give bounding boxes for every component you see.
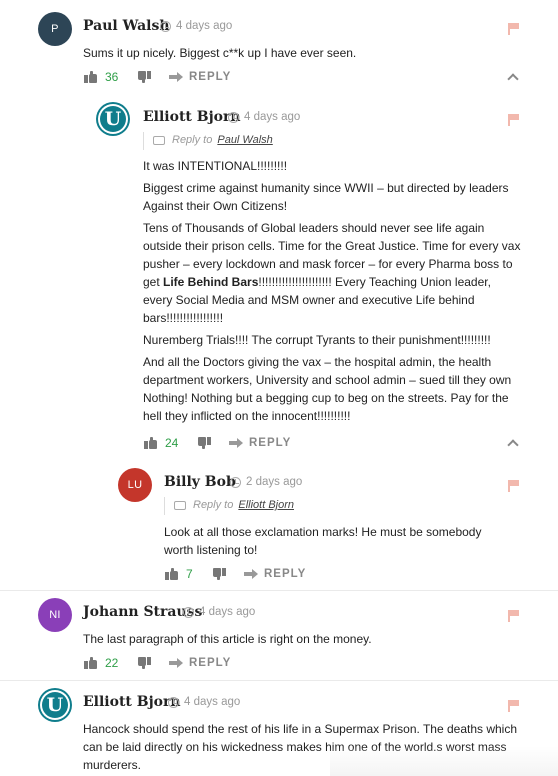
clock-icon <box>228 111 239 123</box>
flag-icon[interactable] <box>508 700 519 712</box>
vote-count: 7 <box>186 567 193 581</box>
reply-arrow-icon[interactable] <box>229 438 243 448</box>
comment-author[interactable]: Elliott Bjorn <box>83 694 181 710</box>
comment-body: Look at all those exclamation marks! He … <box>164 523 504 563</box>
reply-arrow-icon[interactable] <box>169 72 183 82</box>
comment-text: Sums it up nicely. Biggest c**k up I hav… <box>83 46 357 60</box>
comment-timestamp[interactable]: 4 days ago <box>228 111 300 123</box>
reply-to-author-link[interactable]: Paul Walsh <box>217 134 272 146</box>
reply-to-author-link[interactable]: Elliott Bjorn <box>238 499 294 511</box>
vote-count: 36 <box>105 70 119 84</box>
reply-to: Reply to Paul Walsh <box>153 134 273 146</box>
flag-icon[interactable] <box>508 610 519 622</box>
clock-icon <box>183 606 194 618</box>
speech-bubble-icon <box>153 135 165 145</box>
thread-separator <box>0 680 558 681</box>
comment-text: Look at all those exclamation marks! He … <box>164 525 482 557</box>
upvote-icon[interactable] <box>165 568 179 580</box>
upvote-icon[interactable] <box>84 71 98 83</box>
reply-indicator-line <box>164 497 165 515</box>
avatar[interactable]: NI <box>38 598 72 632</box>
flag-icon[interactable] <box>508 480 519 492</box>
bold-text: Life Behind Bars <box>163 275 259 289</box>
vote-count: 24 <box>165 436 179 450</box>
comment-timestamp[interactable]: 4 days ago <box>160 20 232 32</box>
downvote-icon[interactable] <box>212 568 226 580</box>
comment-paragraph: It was INTENTIONAL!!!!!!!!! <box>143 159 288 173</box>
reply-button[interactable]: REPLY <box>189 71 231 83</box>
comment-body: It was INTENTIONAL!!!!!!!!! Biggest crim… <box>143 157 521 429</box>
comment-timestamp[interactable]: 2 days ago <box>230 476 302 488</box>
vote-count: 22 <box>105 656 119 670</box>
comment-timestamp[interactable]: 4 days ago <box>168 696 240 708</box>
comment-actions: 22 REPLY <box>84 656 231 670</box>
avatar[interactable]: P <box>38 12 72 46</box>
thread-separator <box>0 590 558 591</box>
speech-bubble-icon <box>174 500 186 510</box>
downvote-icon[interactable] <box>137 71 151 83</box>
reply-button[interactable]: REPLY <box>189 657 231 669</box>
bottom-fade <box>330 746 558 776</box>
clock-icon <box>230 476 241 488</box>
clock-icon <box>160 20 171 32</box>
downvote-icon[interactable] <box>137 657 151 669</box>
comment-paragraph: Nuremberg Trials!!!! The corrupt Tyrants… <box>143 333 491 347</box>
comment-author[interactable]: Billy Bob <box>164 474 236 490</box>
clock-icon <box>168 696 179 708</box>
comment-author[interactable]: Paul Walsh <box>83 18 170 34</box>
comment-actions: 7 REPLY <box>165 567 306 581</box>
downvote-icon[interactable] <box>197 437 211 449</box>
comment-paragraph: And all the Doctors giving the vax – the… <box>143 355 512 423</box>
flag-icon[interactable] <box>508 114 519 126</box>
avatar[interactable]: LU <box>118 468 152 502</box>
comment-paragraph: Biggest crime against humanity since WWI… <box>143 181 509 213</box>
collapse-thread-icon[interactable] <box>507 439 519 451</box>
reply-button[interactable]: REPLY <box>249 437 291 449</box>
upvote-icon[interactable] <box>144 437 158 449</box>
avatar[interactable]: U <box>40 690 70 720</box>
comment-actions: 24 REPLY <box>144 436 291 450</box>
comment-paragraph: Tens of Thousands of Global leaders shou… <box>143 221 521 325</box>
collapse-thread-icon[interactable] <box>507 73 519 85</box>
upvote-icon[interactable] <box>84 657 98 669</box>
comment-text: The last paragraph of this article is ri… <box>83 632 372 646</box>
reply-to: Reply to Elliott Bjorn <box>174 499 294 511</box>
comment-actions: 36 REPLY <box>84 70 231 84</box>
comment-body: Sums it up nicely. Biggest c**k up I hav… <box>83 44 513 66</box>
reply-arrow-icon[interactable] <box>169 658 183 668</box>
avatar[interactable]: U <box>98 104 128 134</box>
comment-body: The last paragraph of this article is ri… <box>83 630 513 652</box>
reply-indicator-line <box>143 132 144 150</box>
flag-icon[interactable] <box>508 23 519 35</box>
reply-arrow-icon[interactable] <box>244 569 258 579</box>
comment-author[interactable]: Elliott Bjorn <box>143 109 241 125</box>
reply-button[interactable]: REPLY <box>264 568 306 580</box>
comment-timestamp[interactable]: 4 days ago <box>183 606 255 618</box>
